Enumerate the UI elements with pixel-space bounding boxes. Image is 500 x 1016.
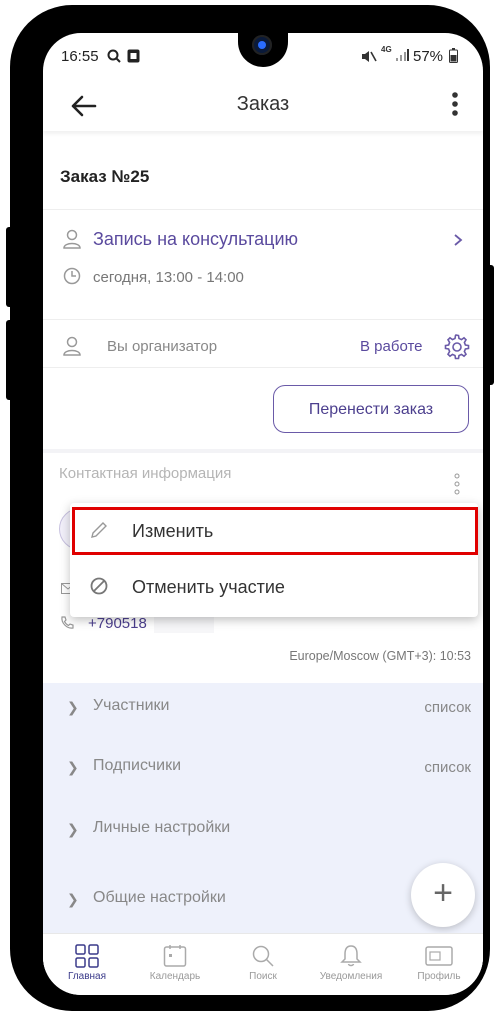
battery-percent: 57% — [413, 48, 444, 65]
more-vertical-icon[interactable] — [449, 91, 461, 119]
section-value: список — [424, 699, 471, 716]
camera-notch — [238, 33, 288, 67]
nav-label: Поиск — [249, 971, 277, 982]
divider — [43, 319, 483, 320]
more-vertical-icon[interactable] — [453, 473, 461, 497]
section-label: Личные настройки — [93, 819, 231, 836]
order-status: В работе — [360, 338, 423, 355]
power-button — [486, 265, 494, 385]
clock-icon — [63, 267, 81, 285]
phone-number[interactable]: +790518 — [88, 615, 147, 632]
camera-lens — [252, 35, 272, 55]
bell-icon — [340, 945, 362, 967]
network-type: 4G — [381, 45, 392, 54]
search-icon — [107, 49, 121, 63]
organizer-label: Вы организатор — [107, 338, 218, 355]
divider — [43, 209, 483, 210]
page-title: Заказ — [236, 93, 290, 115]
order-title: Заказ №25 — [60, 167, 150, 186]
signal-icon — [396, 49, 409, 61]
chevron-right-icon: ❯ — [67, 821, 79, 837]
section-label: Участники — [93, 697, 170, 714]
nav-label: Главная — [67, 971, 107, 982]
plus-icon: + — [433, 874, 453, 912]
section-participants[interactable]: ❯ Участники список — [43, 689, 483, 729]
chevron-right-icon: ❯ — [67, 699, 79, 715]
nav-search[interactable]: Поиск — [219, 940, 307, 992]
nav-label: Профиль — [417, 971, 461, 982]
chevron-right-icon: ❯ — [67, 891, 79, 907]
nav-calendar[interactable]: Календарь — [131, 940, 219, 992]
menu-item-cancel-participation[interactable]: Отменить участие — [70, 563, 478, 613]
reschedule-button[interactable]: Перенести заказ — [273, 385, 469, 433]
search-icon — [252, 945, 274, 967]
timezone-text: Europe/Moscow (GMT+3): 10:53 — [289, 649, 471, 663]
section-label: Подписчики — [93, 757, 182, 774]
screen: 16:55 4G 57% Заказ Заказ №25 Запись на к… — [43, 33, 483, 995]
app-notification-icon — [127, 49, 140, 63]
settings-gear-icon[interactable] — [442, 332, 470, 360]
grid-icon — [75, 944, 99, 968]
person-icon — [63, 229, 81, 249]
phone-icon — [61, 616, 74, 629]
mute-icon — [362, 51, 377, 62]
nav-label: Уведомления — [319, 971, 383, 982]
chevron-right-icon: ❯ — [67, 759, 79, 775]
volume-button — [6, 227, 14, 307]
profile-card-icon — [425, 946, 453, 966]
person-icon — [63, 336, 81, 356]
contact-header: Контактная информация — [59, 465, 232, 482]
nav-home[interactable]: Главная — [43, 940, 131, 992]
section-label: Общие настройки — [93, 889, 226, 906]
section-personal-settings[interactable]: ❯ Личные настройки — [43, 811, 483, 851]
nav-profile[interactable]: Профиль — [395, 940, 483, 992]
bottom-nav: Главная Календарь Поиск Уведомления Проф… — [43, 933, 483, 995]
service-title[interactable]: Запись на консультацию — [93, 229, 298, 250]
volume-button — [6, 320, 14, 400]
divider — [43, 367, 483, 368]
battery-icon — [449, 48, 458, 63]
add-fab-button[interactable]: + — [411, 863, 475, 927]
app-bar: Заказ — [43, 83, 483, 131]
highlight-box — [72, 507, 478, 555]
status-bar: 16:55 4G 57% — [43, 33, 483, 83]
clock: 16:55 — [61, 48, 99, 65]
section-value: список — [424, 759, 471, 776]
section-subscribers[interactable]: ❯ Подписчики список — [43, 749, 483, 789]
order-time: сегодня, 13:00 - 14:00 — [93, 269, 244, 286]
settings-sections: ❯ Участники список ❯ Подписчики список ❯… — [43, 683, 483, 973]
chevron-right-icon[interactable] — [453, 233, 463, 247]
calendar-icon — [163, 945, 187, 967]
nav-notifications[interactable]: Уведомления — [307, 940, 395, 992]
cancel-circle-icon — [90, 577, 108, 595]
nav-label: Календарь — [149, 971, 201, 982]
menu-item-label: Отменить участие — [132, 577, 285, 597]
phone-frame: 16:55 4G 57% Заказ Заказ №25 Запись на к… — [6, 5, 494, 1011]
